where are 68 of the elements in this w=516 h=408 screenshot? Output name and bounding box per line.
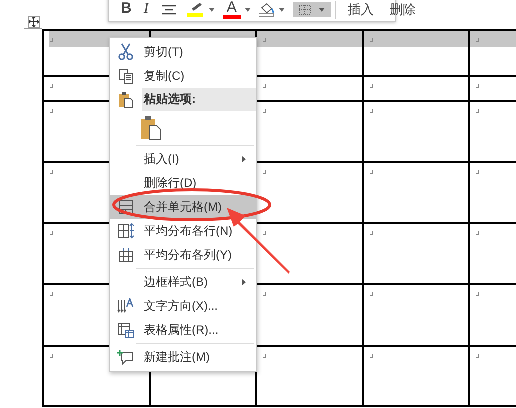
cell-mark-icon: [50, 231, 54, 236]
distribute-rows-icon: [117, 223, 135, 239]
menu-item[interactable]: 平均分布各行(N): [110, 219, 256, 243]
menu-item[interactable]: 表格属性(R)...: [110, 318, 256, 342]
cell-mark-icon: [476, 292, 480, 297]
menu-item[interactable]: 平均分布各列(Y): [110, 243, 256, 267]
distribute-columns-icon: [118, 247, 134, 263]
cell-mark-icon: [263, 38, 267, 43]
paint-bucket-icon[interactable]: [258, 2, 275, 16]
caret-icon[interactable]: [278, 8, 285, 12]
menu-item[interactable]: 边框样式(B): [110, 267, 256, 294]
cell-mark-icon: [370, 354, 374, 359]
table-properties-icon: [117, 322, 135, 338]
menu-item[interactable]: 文字方向(X)...: [110, 294, 256, 318]
cell-mark-icon: [263, 170, 267, 175]
submenu-arrow-icon: [242, 278, 246, 286]
clipboard-icon: [118, 90, 134, 108]
bold-button[interactable]: B: [115, 0, 138, 21]
cell-mark-icon: [370, 109, 374, 114]
menu-item[interactable]: 剪切(T): [110, 40, 256, 64]
menu-item[interactable]: 新建批注(M): [110, 342, 256, 369]
copy-icon: [118, 68, 134, 84]
menu-item[interactable]: 删除行(D): [110, 171, 256, 195]
font-color-button[interactable]: A: [222, 0, 241, 18]
new-comment-icon: [117, 349, 135, 365]
cell-mark-icon: [263, 292, 267, 297]
cell-mark-icon: [370, 292, 374, 297]
move-icon: [29, 17, 39, 27]
cell-mark-icon: [370, 38, 374, 43]
submenu-arrow-icon: [242, 156, 246, 162]
table-move-handle[interactable]: [28, 16, 40, 28]
cell-mark-icon: [370, 170, 374, 175]
borders-icon: [298, 4, 311, 14]
cell-mark-icon: [476, 38, 480, 43]
italic-button[interactable]: I: [138, 0, 155, 21]
menu-item[interactable]: 复制(C): [110, 64, 256, 88]
cell-mark-icon: [50, 170, 54, 175]
center-align-icon[interactable]: [160, 2, 177, 16]
cell-mark-icon: [50, 109, 54, 114]
paste-options-header: 粘贴选项:: [142, 88, 256, 111]
toolbar-action[interactable]: 插入: [340, 2, 382, 17]
cell-mark-icon: [263, 84, 267, 89]
menu-item[interactable]: 插入(I): [110, 144, 256, 171]
cell-mark-icon: [50, 84, 54, 89]
text-direction-icon: [117, 298, 135, 314]
cell-mark-icon: [263, 109, 267, 114]
caret-icon[interactable]: [244, 8, 251, 12]
toolbar-action[interactable]: 删除: [382, 2, 424, 17]
cell-mark-icon: [50, 38, 54, 43]
caret-icon: [318, 8, 325, 12]
cell-mark-icon: [476, 231, 480, 236]
borders-button[interactable]: [292, 2, 331, 17]
cell-mark-icon: [370, 231, 374, 236]
highlighter-icon[interactable]: [186, 2, 205, 16]
caret-icon[interactable]: [208, 8, 215, 12]
cell-mark-icon: [50, 292, 54, 297]
cell-mark-icon: [476, 109, 480, 114]
cell-highlight: [470, 31, 516, 47]
cell-mark-icon: [476, 84, 480, 89]
cell-mark-icon: [50, 354, 54, 359]
cell-mark-icon: [370, 84, 374, 89]
paste-keep-formatting-icon[interactable]: [140, 114, 162, 140]
cell-mark-icon: [476, 170, 480, 175]
scissors-icon: [118, 43, 134, 61]
cell-mark-icon: [476, 354, 480, 359]
merge-cells-icon: [118, 199, 134, 215]
cell-mark-icon: [263, 354, 267, 359]
cell-mark-icon: [263, 231, 267, 236]
